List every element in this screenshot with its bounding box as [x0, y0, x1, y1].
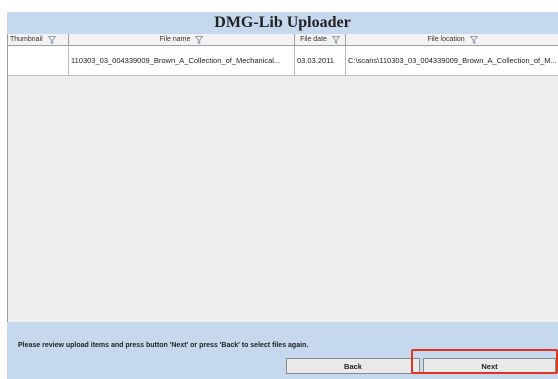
title-bar: DMG-Lib Uploader	[7, 12, 558, 34]
cell-thumbnail	[8, 46, 69, 75]
instruction-text: Please review upload items and press but…	[18, 342, 309, 349]
column-label: File name	[159, 36, 191, 43]
column-label: File date	[300, 36, 327, 43]
back-button[interactable]: Back	[286, 358, 420, 374]
file-table: Thumbnail File name File date File locat…	[7, 34, 558, 322]
filter-icon[interactable]	[195, 35, 204, 44]
column-label: File location	[427, 36, 465, 43]
cell-file-name: 110303_03_004339009_Brown_A_Collection_o…	[69, 46, 295, 75]
app-title: DMG-Lib Uploader	[214, 14, 351, 31]
column-header-file-name[interactable]: File name	[69, 34, 295, 45]
column-header-file-date[interactable]: File date	[295, 34, 346, 45]
filter-icon[interactable]	[47, 35, 56, 44]
table-row[interactable]: 110303_03_004339009_Brown_A_Collection_o…	[8, 46, 558, 76]
column-label: Thumbnail	[10, 36, 43, 43]
filter-icon[interactable]	[331, 35, 340, 44]
column-header-thumbnail[interactable]: Thumbnail	[8, 34, 69, 45]
column-header-file-location[interactable]: File location	[346, 34, 558, 45]
uploader-window: DMG-Lib Uploader Thumbnail File name Fil…	[0, 0, 558, 379]
cell-file-date: 03.03.2011	[295, 46, 346, 75]
filter-icon[interactable]	[469, 35, 478, 44]
cell-file-location: C:\scans\110303_03_004339009_Brown_A_Col…	[348, 56, 557, 65]
next-button-highlight	[411, 349, 558, 374]
table-header: Thumbnail File name File date File locat…	[8, 34, 558, 46]
